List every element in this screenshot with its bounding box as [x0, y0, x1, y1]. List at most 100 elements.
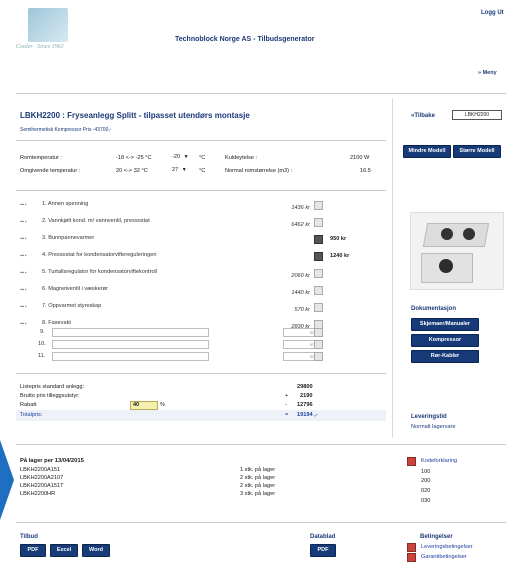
- custom-description-input[interactable]: [52, 340, 209, 349]
- compressor-price: Semihermetisk Kompressor Pris -43700,-: [20, 127, 112, 133]
- total-label: Totalpris:: [20, 412, 43, 418]
- ambient-temp-range: 20 <-> 32 °C: [116, 168, 148, 174]
- option-row: ▪▪▪ ▪ 4. Pressostat for kondensatorvifte…: [20, 252, 385, 262]
- custom-description-input[interactable]: [52, 352, 209, 361]
- total-suffix: ,-: [314, 412, 318, 418]
- option-price: 2060 kr: [291, 273, 310, 279]
- pdf-icon: [407, 457, 416, 466]
- stock-status: 2 stk. på lager: [240, 483, 276, 489]
- info-icon[interactable]: ▪▪▪ ▪: [20, 287, 26, 293]
- delivery-terms-link[interactable]: Leveringsbetingelser: [421, 544, 473, 550]
- total-row: [16, 410, 386, 421]
- custom-price-input[interactable]: kr: [283, 328, 315, 337]
- stock-code: LBKH2200A151: [20, 467, 61, 473]
- logout-link[interactable]: Logg Ut: [481, 10, 504, 16]
- larger-model-button[interactable]: Større Modell: [453, 145, 501, 158]
- delivery-value: Normalt lagervare: [411, 424, 456, 430]
- volume-label: Normal romstørrelse (m3) :: [225, 168, 293, 174]
- option-label: 6. Magnetventil i væskerør: [42, 286, 108, 292]
- custom-price-input[interactable]: kr: [283, 340, 315, 349]
- option-checkbox[interactable]: [314, 201, 323, 210]
- stock-code: LBKH2200HR: [20, 491, 56, 497]
- custom-checkbox[interactable]: [314, 340, 323, 349]
- smaller-model-button[interactable]: Mindre Modell: [403, 145, 451, 158]
- offer-title: Tilbud: [20, 534, 38, 540]
- option-price: 1440 kr: [291, 290, 310, 296]
- room-temp-select[interactable]: -20 ▼: [172, 154, 192, 160]
- pipes-cables-button[interactable]: Rør-Kabler: [411, 350, 479, 363]
- offer-word-button[interactable]: Word: [82, 544, 110, 557]
- info-icon[interactable]: ▪▪▪ ▪: [20, 219, 26, 225]
- discount-label: Rabatt: [20, 402, 37, 408]
- stock-status: 2 stk. på lager: [240, 475, 276, 481]
- custom-row: 9. kr: [20, 328, 385, 338]
- pdf-icon: [407, 553, 416, 562]
- custom-row: 11. kr: [20, 352, 385, 362]
- info-icon[interactable]: ▪▪▪ ▪: [20, 304, 26, 310]
- info-icon[interactable]: ▪▪▪ ▪: [20, 236, 26, 242]
- stock-title: På lager per 13/04/2015: [20, 458, 84, 464]
- option-label: 5. Turtallsregulator for kondensatorvift…: [42, 269, 158, 275]
- pdf-icon: [407, 543, 416, 552]
- custom-row-number: 10.: [38, 341, 46, 347]
- custom-description-input[interactable]: [52, 328, 209, 337]
- option-row: ▪▪▪ ▪ 1. Annen spenning 1436 kr: [20, 201, 385, 211]
- product-image: [410, 212, 504, 290]
- custom-checkbox[interactable]: [314, 352, 323, 361]
- option-price: 1436 kr: [291, 205, 310, 211]
- discount-input[interactable]: 40: [130, 401, 158, 410]
- option-label: 4. Pressostat for kondensatorvifteregule…: [42, 252, 157, 258]
- code-explanation-link[interactable]: Kodeforklaring: [421, 458, 457, 464]
- custom-row: 10. kr: [20, 340, 385, 350]
- warranty-terms-link[interactable]: Garantibetingelser: [421, 554, 467, 560]
- custom-checkbox[interactable]: [314, 328, 323, 337]
- option-checkbox[interactable]: [314, 252, 323, 261]
- stock-status: 1 stk. på lager: [240, 467, 276, 473]
- list-price-label: Listepris standard anlegg:: [20, 384, 85, 390]
- option-selected-price: 1240 kr: [330, 253, 350, 259]
- option-price: 6462 kr: [291, 222, 310, 228]
- info-icon[interactable]: ▪▪▪ ▪: [20, 270, 26, 276]
- option-checkbox[interactable]: [314, 218, 323, 227]
- info-icon[interactable]: ▪▪▪ ▪: [20, 321, 26, 327]
- option-label: 7. Oppvarmet styreskap: [42, 303, 102, 309]
- code-value: 100: [421, 469, 431, 475]
- menu-link[interactable]: » Meny: [478, 70, 497, 76]
- list-price-value: 29800: [297, 384, 313, 390]
- offer-pdf-button[interactable]: PDF: [20, 544, 46, 557]
- info-icon[interactable]: ▪▪▪ ▪: [20, 202, 26, 208]
- cooling-value: 2100 W: [350, 155, 370, 161]
- code-value: 020: [421, 488, 431, 494]
- sidebar-arrow-icon: [0, 440, 14, 520]
- datasheet-title: Datablad: [310, 534, 336, 540]
- room-temp-range: -18 <-> -25 °C: [116, 155, 152, 161]
- product-title: LBKH2200 : Fryseanlegg Splitt - tilpasse…: [20, 111, 250, 120]
- cooling-label: Kuldeytelse :: [225, 155, 258, 161]
- discount-value: 12796: [297, 402, 313, 408]
- option-label: 3. Bunnpannevarmer: [42, 235, 95, 241]
- option-checkbox[interactable]: [314, 286, 323, 295]
- gross-price-label: Brutto pris tilleggsutstyr:: [20, 393, 80, 399]
- option-row: ▪▪▪ ▪ 2. Vannkjølt kond. m/ vannventil, …: [20, 218, 385, 228]
- chevron-down-icon: ▼: [181, 167, 187, 173]
- documentation-title: Dokumentasjon: [411, 306, 457, 312]
- custom-row-number: 9.: [40, 329, 45, 335]
- info-icon[interactable]: ▪▪▪ ▪: [20, 253, 26, 259]
- volume-value: 16.5: [360, 168, 371, 174]
- ambient-temp-select[interactable]: 27 ▼: [172, 167, 192, 173]
- datasheet-pdf-button[interactable]: PDF: [310, 544, 336, 557]
- compressor-doc-button[interactable]: Kompressor: [411, 334, 479, 347]
- offer-excel-button[interactable]: Excel: [50, 544, 78, 557]
- option-checkbox[interactable]: [314, 303, 323, 312]
- option-label: 8. Fasevakt: [42, 320, 71, 326]
- discount-sign: -: [285, 402, 287, 408]
- back-link[interactable]: «Tilbake: [411, 113, 435, 119]
- option-label: 1. Annen spenning: [42, 201, 89, 207]
- code-value: 200: [421, 478, 431, 484]
- room-temp-value: -20: [172, 154, 181, 160]
- forms-manuals-button[interactable]: Skjemaer/Manualer: [411, 318, 479, 331]
- option-row: ▪▪▪ ▪ 5. Turtallsregulator for kondensat…: [20, 269, 385, 279]
- option-checkbox[interactable]: [314, 235, 323, 244]
- option-checkbox[interactable]: [314, 269, 323, 278]
- custom-price-input[interactable]: kr: [283, 352, 315, 361]
